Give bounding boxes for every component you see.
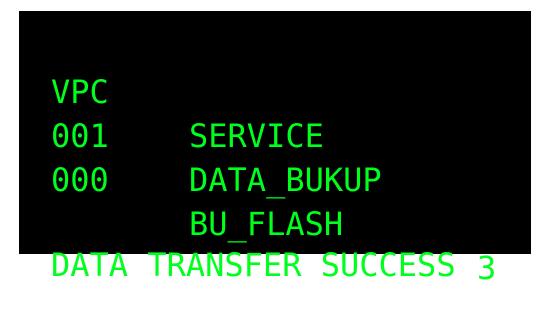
service-row-name: BU_FLASH (189, 205, 344, 243)
status-message-row: DATA TRANSFER SUCCESS (19, 199, 456, 284)
header-service-label: SERVICE (189, 117, 324, 155)
service-row-vpc: 000 (51, 161, 109, 199)
service-row: 000 BU_FLASH 3 (19, 114, 496, 287)
terminal-screen: VPC SERVICE 001 DATA_BUKUP 000 BU_FLASH … (19, 11, 531, 287)
service-row: 001 DATA_BUKUP (19, 70, 382, 199)
service-row-name: DATA_BUKUP (189, 161, 382, 199)
header-row: VPC SERVICE (19, 26, 324, 155)
service-row-count: 3 (477, 249, 497, 287)
status-message: DATA TRANSFER SUCCESS (51, 246, 456, 284)
